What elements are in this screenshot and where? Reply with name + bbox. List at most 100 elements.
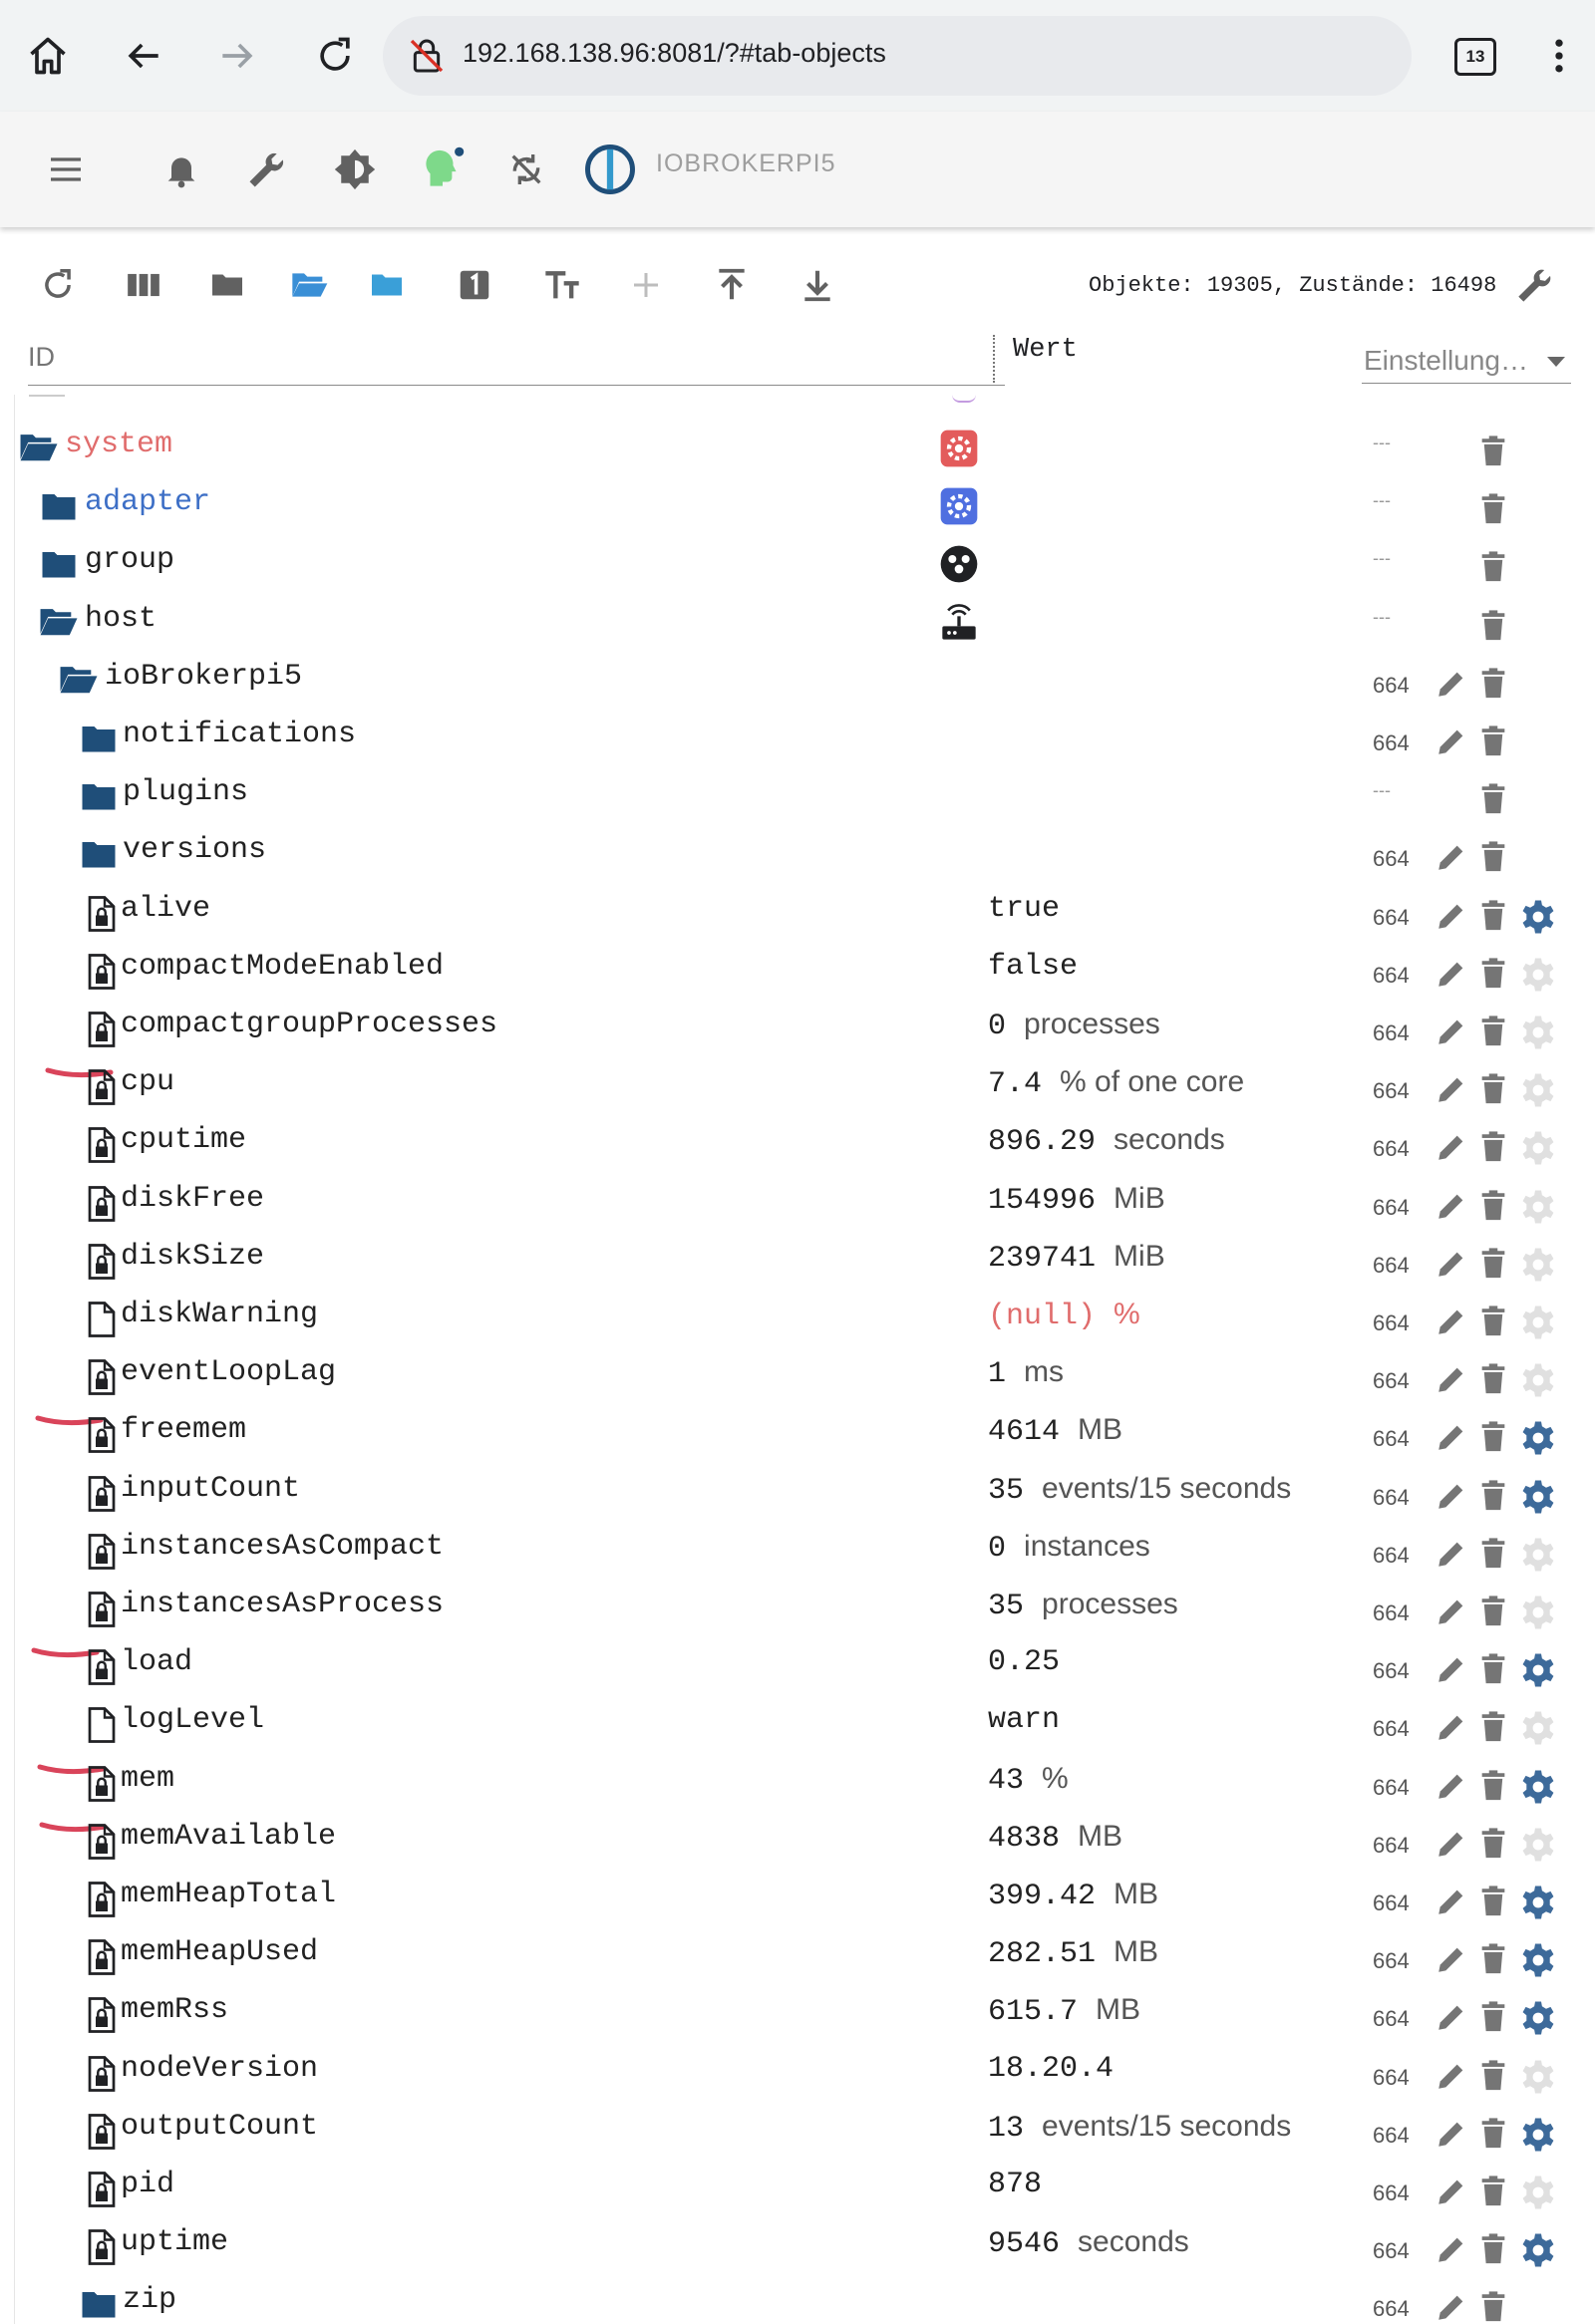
acl-permissions[interactable]: --- xyxy=(1373,780,1391,801)
acl-permissions[interactable]: 664 xyxy=(1373,1543,1410,1569)
upload-icon[interactable] xyxy=(708,261,756,309)
delete-trash-icon[interactable] xyxy=(1478,609,1512,643)
custom-settings-gear-icon[interactable] xyxy=(1520,1189,1554,1224)
acl-permissions[interactable]: 664 xyxy=(1373,673,1410,699)
state-value[interactable]: 239741 MiB xyxy=(988,1240,1165,1276)
edit-pencil-icon[interactable] xyxy=(1435,2290,1468,2324)
object-id[interactable]: logLevel xyxy=(121,1703,264,1737)
delete-trash-icon[interactable] xyxy=(1478,1710,1512,1744)
tree-row-logLevel[interactable]: logLevel warn 664 xyxy=(15,1694,1582,1752)
delete-trash-icon[interactable] xyxy=(1478,1305,1512,1338)
edit-pencil-icon[interactable] xyxy=(1435,1769,1468,1803)
object-id[interactable]: nodeVersion xyxy=(121,2052,318,2086)
tab-switcher[interactable]: 13 xyxy=(1454,38,1496,76)
hamburger-menu-icon[interactable] xyxy=(36,140,96,199)
delete-trash-icon[interactable] xyxy=(1478,725,1512,758)
acl-permissions[interactable]: 664 xyxy=(1373,1716,1410,1742)
acl-permissions[interactable]: 664 xyxy=(1373,1368,1410,1394)
edit-pencil-icon[interactable] xyxy=(1435,1015,1468,1048)
state-value[interactable]: 35 events/15 seconds xyxy=(988,1472,1291,1508)
edit-pencil-icon[interactable] xyxy=(1435,1827,1468,1861)
edit-pencil-icon[interactable] xyxy=(1435,1362,1468,1396)
edit-pencil-icon[interactable] xyxy=(1435,1072,1468,1106)
tree-row-cputime[interactable]: cputime 896.29 seconds 664 xyxy=(15,1114,1582,1172)
delete-trash-icon[interactable] xyxy=(1478,1942,1512,1976)
object-id[interactable]: uptime xyxy=(121,2225,228,2259)
tree-row-mem[interactable]: mem 43 % 664 xyxy=(15,1753,1582,1811)
acl-permissions[interactable]: 664 xyxy=(1373,2006,1410,2032)
edit-pencil-icon[interactable] xyxy=(1435,2059,1468,2093)
custom-settings-gear-icon[interactable] xyxy=(1520,1710,1554,1745)
back-icon[interactable] xyxy=(118,30,169,82)
delete-trash-icon[interactable] xyxy=(1478,492,1512,526)
acl-permissions[interactable]: 664 xyxy=(1373,2296,1410,2322)
tree-row-outputCount[interactable]: outputCount 13 events/15 seconds 664 xyxy=(15,2101,1582,2159)
delete-trash-icon[interactable] xyxy=(1478,1652,1512,1686)
settings-column-select[interactable]: Einstellung… xyxy=(1362,337,1571,384)
edit-pencil-icon[interactable] xyxy=(1435,1479,1468,1513)
tree-row-compactgroupProcesses[interactable]: compactgroupProcesses 0 processes 664 xyxy=(15,999,1582,1056)
custom-settings-gear-icon[interactable] xyxy=(1520,2175,1554,2209)
tree-row-cpu[interactable]: cpu 7.4 % of one core 664 xyxy=(15,1056,1582,1114)
delete-trash-icon[interactable] xyxy=(1478,2059,1512,2093)
folder-open-icon[interactable] xyxy=(39,606,78,640)
tree-row-pid[interactable]: pid 878 664 xyxy=(15,2159,1582,2216)
delete-trash-icon[interactable] xyxy=(1478,2232,1512,2266)
folder-icon[interactable] xyxy=(81,837,117,871)
delete-trash-icon[interactable] xyxy=(1478,1015,1512,1048)
acl-permissions[interactable]: 664 xyxy=(1373,1078,1410,1104)
expert-mode-head-icon[interactable] xyxy=(413,140,473,199)
wrench-icon[interactable] xyxy=(237,140,297,199)
acl-permissions[interactable]: --- xyxy=(1373,490,1391,511)
edit-pencil-icon[interactable] xyxy=(1435,725,1468,758)
tree-row-memAvailable[interactable]: memAvailable 4838 MB 664 xyxy=(15,1811,1582,1869)
object-id[interactable]: diskFree xyxy=(121,1182,264,1216)
custom-settings-gear-icon[interactable] xyxy=(1520,1595,1554,1629)
acl-permissions[interactable]: --- xyxy=(1373,607,1391,628)
object-id[interactable]: memHeapTotal xyxy=(121,1878,336,1911)
edit-pencil-icon[interactable] xyxy=(1435,1710,1468,1744)
folder-open-icon[interactable] xyxy=(59,664,98,698)
state-value[interactable]: 1 ms xyxy=(988,1355,1064,1391)
tree-row-instancesAsCompact[interactable]: instancesAsCompact 0 instances 664 xyxy=(15,1521,1582,1579)
tree-row-eventLoopLag[interactable]: eventLoopLag 1 ms 664 xyxy=(15,1346,1582,1404)
edit-pencil-icon[interactable] xyxy=(1435,1885,1468,1918)
expand-all-folder-open-icon[interactable] xyxy=(285,261,333,309)
object-id[interactable]: compactModeEnabled xyxy=(121,950,444,984)
tree-row-zip[interactable]: zip 664 xyxy=(15,2274,1582,2324)
object-id[interactable]: memAvailable xyxy=(121,1820,336,1854)
acl-permissions[interactable]: 664 xyxy=(1373,1948,1410,1974)
columns-icon[interactable] xyxy=(120,261,167,309)
delete-trash-icon[interactable] xyxy=(1478,1479,1512,1513)
text-size-icon[interactable] xyxy=(538,261,586,309)
notifications-bell-icon[interactable] xyxy=(152,140,211,199)
object-id[interactable]: cpu xyxy=(121,1065,174,1099)
acl-permissions[interactable]: 664 xyxy=(1373,1600,1410,1626)
object-id[interactable]: host xyxy=(85,602,157,636)
acl-permissions[interactable]: 664 xyxy=(1373,2180,1410,2206)
object-id[interactable]: eventLoopLag xyxy=(121,1355,336,1389)
custom-settings-gear-icon[interactable] xyxy=(1520,1015,1554,1049)
delete-trash-icon[interactable] xyxy=(1478,1362,1512,1396)
object-id[interactable]: instancesAsCompact xyxy=(121,1530,444,1564)
state-value[interactable]: 896.29 seconds xyxy=(988,1123,1225,1159)
address-bar[interactable]: 192.168.138.96:8081/?#tab-objects xyxy=(383,16,1412,96)
acl-permissions[interactable]: 664 xyxy=(1373,1890,1410,1916)
acl-permissions[interactable]: 664 xyxy=(1373,1426,1410,1452)
state-value[interactable]: 4838 MB xyxy=(988,1820,1122,1856)
custom-settings-gear-icon[interactable] xyxy=(1520,2000,1554,2035)
object-id[interactable]: alive xyxy=(121,892,210,926)
column-resizer[interactable] xyxy=(993,335,995,383)
tree-row-diskFree[interactable]: diskFree 154996 MiB 664 xyxy=(15,1173,1582,1231)
acl-permissions[interactable]: 664 xyxy=(1373,2238,1410,2264)
delete-trash-icon[interactable] xyxy=(1478,840,1512,874)
tree-row-freemem[interactable]: freemem 4614 MB 664 xyxy=(15,1404,1582,1462)
state-value[interactable]: 0 processes xyxy=(988,1008,1160,1043)
object-id[interactable]: system xyxy=(65,428,172,461)
id-filter-input[interactable] xyxy=(28,329,1005,386)
object-id[interactable]: ioBrokerpi5 xyxy=(105,660,302,694)
tree-row-plugins[interactable]: plugins --- xyxy=(15,766,1582,824)
acl-permissions[interactable]: 664 xyxy=(1373,905,1410,931)
edit-pencil-icon[interactable] xyxy=(1435,1420,1468,1454)
acl-permissions[interactable]: 664 xyxy=(1373,1775,1410,1801)
